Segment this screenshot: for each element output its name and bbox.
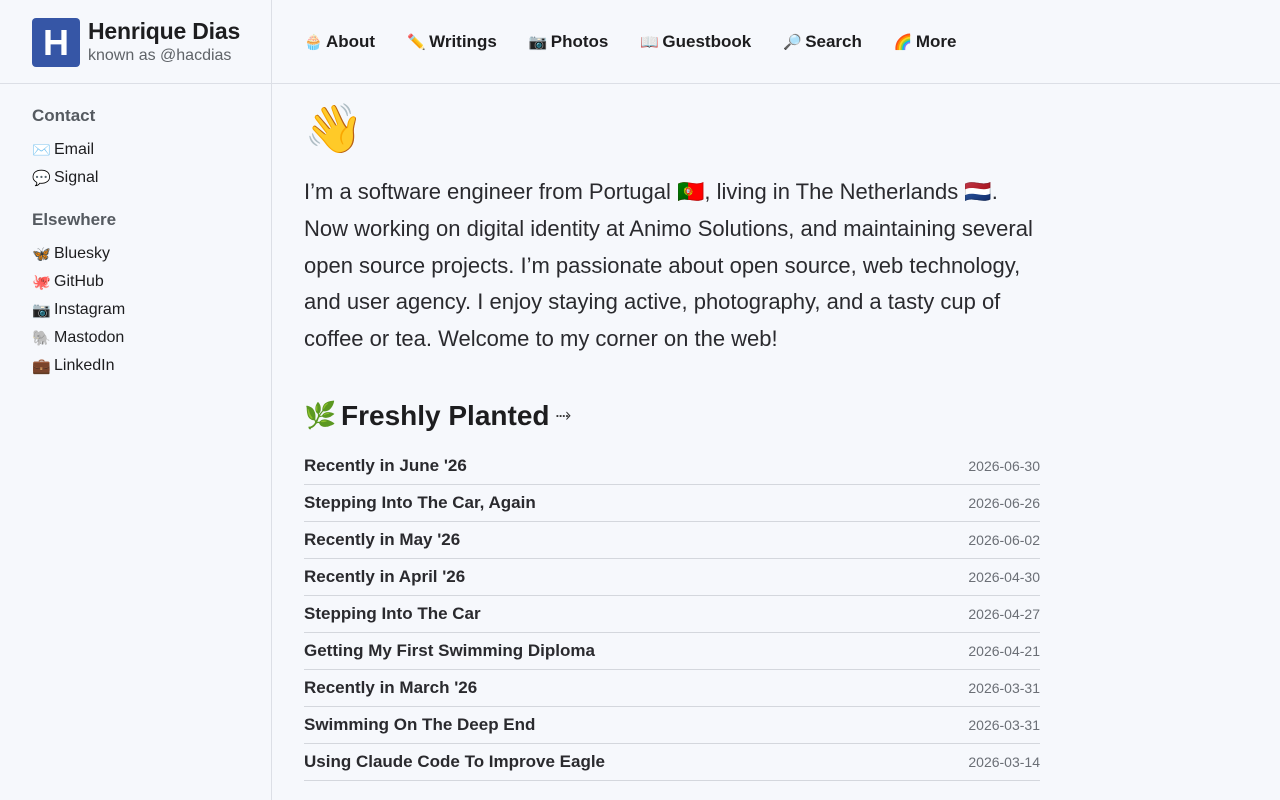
list-item: ✉️ Email	[32, 136, 271, 164]
waving-hand-icon: 👋	[304, 103, 364, 156]
top-nav: 🧁 About ✏️ Writings 📷 Photos 📖 Guestbook…	[272, 0, 1280, 84]
site-handle: known as @hacdias	[88, 46, 232, 64]
signal-label: Signal	[54, 169, 99, 186]
nav-about[interactable]: 🧁 About	[304, 32, 375, 52]
post-link[interactable]: Recently in March '26	[304, 678, 477, 698]
section-title: 🌿 Freshly Planted ⤑	[304, 396, 1040, 436]
nav-writings[interactable]: ✏️ Writings	[407, 32, 497, 52]
elephant-icon: 🐘	[32, 330, 51, 347]
instagram-label: Instagram	[54, 301, 126, 318]
linkedin-link[interactable]: 💼 LinkedIn	[32, 357, 115, 375]
nav-more-label: More	[915, 31, 957, 51]
post-date: 2026-06-30	[968, 457, 1040, 474]
list-item: Stepping Into The Car 2026-04-27	[304, 596, 1040, 633]
contact-list: ✉️ Email 💬 Signal	[32, 136, 271, 192]
post-link[interactable]: Using Claude Code To Improve Eagle	[304, 752, 605, 772]
post-list: Recently in June '26 2026-06-30 Stepping…	[304, 448, 1040, 781]
post-date: 2026-06-26	[968, 494, 1040, 511]
nav-about-label: About	[326, 31, 376, 51]
mastodon-label: Mastodon	[54, 329, 125, 346]
list-item: 💼 LinkedIn	[32, 352, 271, 380]
nav-search[interactable]: 🔎 Search	[783, 32, 862, 52]
magnifier-icon: 🔎	[783, 33, 802, 51]
nav-writings-label: Writings	[429, 31, 497, 51]
left-column: H Henrique Dias known as @hacdias Contac…	[0, 0, 272, 800]
sidebar: Contact ✉️ Email 💬 Signal Elsewhere 🦋 Bl…	[0, 84, 271, 380]
mastodon-link[interactable]: 🐘 Mastodon	[32, 329, 124, 347]
brand-text: Henrique Dias known as @hacdias	[88, 17, 240, 67]
list-item: Recently in April '26 2026-04-30	[304, 559, 1040, 596]
arrow-right-icon: ⤑	[555, 404, 572, 427]
post-date: 2026-04-27	[968, 605, 1040, 622]
list-item: Recently in May '26 2026-06-02	[304, 522, 1040, 559]
list-item: 📷 Instagram	[32, 296, 271, 324]
butterfly-icon: 🦋	[32, 246, 51, 263]
cupcake-icon: 🧁	[304, 33, 323, 51]
contact-heading: Contact	[32, 106, 96, 125]
post-link[interactable]: Recently in May '26	[304, 530, 460, 550]
post-date: 2026-03-31	[968, 679, 1040, 696]
post-link[interactable]: Stepping Into The Car	[304, 604, 481, 624]
pencil-icon: ✏️	[407, 33, 426, 51]
herb-icon: 🌿	[304, 400, 337, 431]
main-content: 👋 I’m a software engineer from Portugal …	[304, 84, 1040, 781]
post-link[interactable]: Recently in June '26	[304, 456, 467, 476]
intro-paragraph: I’m a software engineer from Portugal 🇵🇹…	[304, 179, 1033, 352]
envelope-icon: ✉️	[32, 142, 51, 159]
octopus-icon: 🐙	[32, 274, 51, 291]
post-link[interactable]: Stepping Into The Car, Again	[304, 493, 536, 513]
email-label: Email	[54, 141, 95, 158]
camera-icon: 📷	[32, 302, 51, 319]
instagram-link[interactable]: 📷 Instagram	[32, 301, 125, 319]
post-link[interactable]: Getting My First Swimming Diploma	[304, 641, 595, 661]
post-date: 2026-04-30	[968, 568, 1040, 585]
camera-icon: 📷	[528, 33, 548, 51]
nav-photos[interactable]: 📷 Photos	[529, 32, 609, 52]
post-date: 2026-03-14	[968, 753, 1040, 770]
nav-guestbook[interactable]: 📖 Guestbook	[640, 32, 751, 52]
post-link[interactable]: Recently in April '26	[304, 567, 465, 587]
list-item: Swimming On The Deep End 2026-03-31	[304, 707, 1040, 744]
list-item: Getting My First Swimming Diploma 2026-0…	[304, 633, 1040, 670]
speech-bubble-icon: 💬	[32, 170, 51, 187]
list-item: 🦋 Bluesky	[32, 240, 271, 268]
github-label: GitHub	[54, 273, 104, 290]
elsewhere-heading: Elsewhere	[32, 210, 117, 229]
site-brand-link[interactable]: H Henrique Dias known as @hacdias	[0, 0, 271, 84]
nav-search-label: Search	[805, 31, 862, 51]
github-link[interactable]: 🐙 GitHub	[32, 273, 104, 291]
list-item: 💬 Signal	[32, 164, 271, 192]
list-item: Stepping Into The Car, Again 2026-06-26	[304, 485, 1040, 522]
post-date: 2026-04-21	[968, 642, 1040, 659]
list-item: Using Claude Code To Improve Eagle 2026-…	[304, 744, 1040, 781]
nav-more[interactable]: 🌈 More	[894, 32, 957, 52]
section-title-text: Freshly Planted	[341, 399, 550, 431]
briefcase-icon: 💼	[32, 358, 51, 375]
book-icon: 📖	[640, 33, 660, 51]
rainbow-icon: 🌈	[893, 33, 913, 51]
list-item: 🐘 Mastodon	[32, 324, 271, 352]
post-date: 2026-03-31	[968, 716, 1040, 733]
list-item: 🐙 GitHub	[32, 268, 271, 296]
freshly-planted-link[interactable]: Freshly Planted ⤑	[341, 400, 572, 432]
nav-guestbook-label: Guestbook	[662, 31, 752, 51]
list-item: Recently in June '26 2026-06-30	[304, 448, 1040, 485]
email-link[interactable]: ✉️ Email	[32, 141, 94, 159]
nav-photos-label: Photos	[550, 31, 609, 51]
site-name: Henrique Dias	[88, 17, 241, 44]
post-link[interactable]: Swimming On The Deep End	[304, 715, 535, 735]
elsewhere-list: 🦋 Bluesky 🐙 GitHub 📷 Instagram 🐘 Mastodo…	[32, 240, 271, 380]
linkedin-label: LinkedIn	[54, 357, 115, 374]
bluesky-link[interactable]: 🦋 Bluesky	[32, 245, 110, 263]
signal-link[interactable]: 💬 Signal	[32, 169, 98, 187]
site-logo: H	[32, 17, 80, 67]
bluesky-label: Bluesky	[54, 245, 111, 262]
post-date: 2026-06-02	[968, 531, 1040, 548]
list-item: Recently in March '26 2026-03-31	[304, 670, 1040, 707]
